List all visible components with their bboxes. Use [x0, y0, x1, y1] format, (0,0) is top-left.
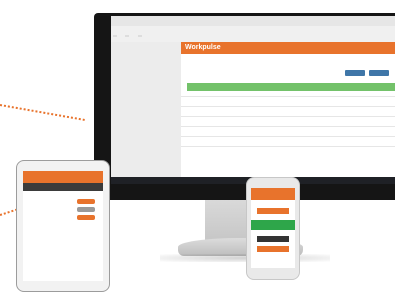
table-row [181, 146, 395, 147]
app-header: Workpulse [181, 42, 395, 54]
connector-dotted-line-1 [0, 104, 85, 121]
phone-orange-button-1[interactable] [257, 208, 289, 214]
table-row [181, 136, 395, 137]
phone-dark-button[interactable] [257, 236, 289, 242]
tablet-orange-button-1[interactable] [77, 199, 95, 204]
phone-header [251, 188, 295, 200]
left-sidebar [111, 42, 181, 177]
table-row [181, 106, 395, 107]
tablet-orange-button-2[interactable] [77, 215, 95, 220]
phone-orange-button-2[interactable] [257, 246, 289, 252]
tab-2[interactable] [125, 35, 130, 37]
main-panel: Workpulse [181, 42, 395, 177]
window-titlebar [111, 16, 395, 26]
tab-1[interactable] [113, 35, 117, 37]
tablet-screen [23, 171, 103, 281]
table-row [181, 116, 395, 117]
phone-screen [251, 188, 295, 268]
table-row [181, 126, 395, 127]
selected-row-green[interactable] [187, 83, 395, 91]
tab-3[interactable] [137, 35, 142, 37]
tablet-device [16, 160, 110, 292]
smartphone-device [246, 177, 300, 280]
monitor-screen: Workpulse [111, 16, 395, 184]
header-action-button-2[interactable] [369, 70, 389, 76]
desktop-monitor: Workpulse [94, 13, 395, 200]
monitor-shadow [160, 254, 330, 262]
tablet-gray-button[interactable] [77, 207, 95, 212]
table-row [181, 96, 395, 97]
phone-green-action[interactable] [251, 220, 295, 230]
tablet-subbar [23, 183, 103, 191]
header-action-button-1[interactable] [345, 70, 365, 76]
app-title: Workpulse [185, 44, 221, 51]
tablet-header [23, 171, 103, 183]
tabs-row [111, 26, 395, 42]
